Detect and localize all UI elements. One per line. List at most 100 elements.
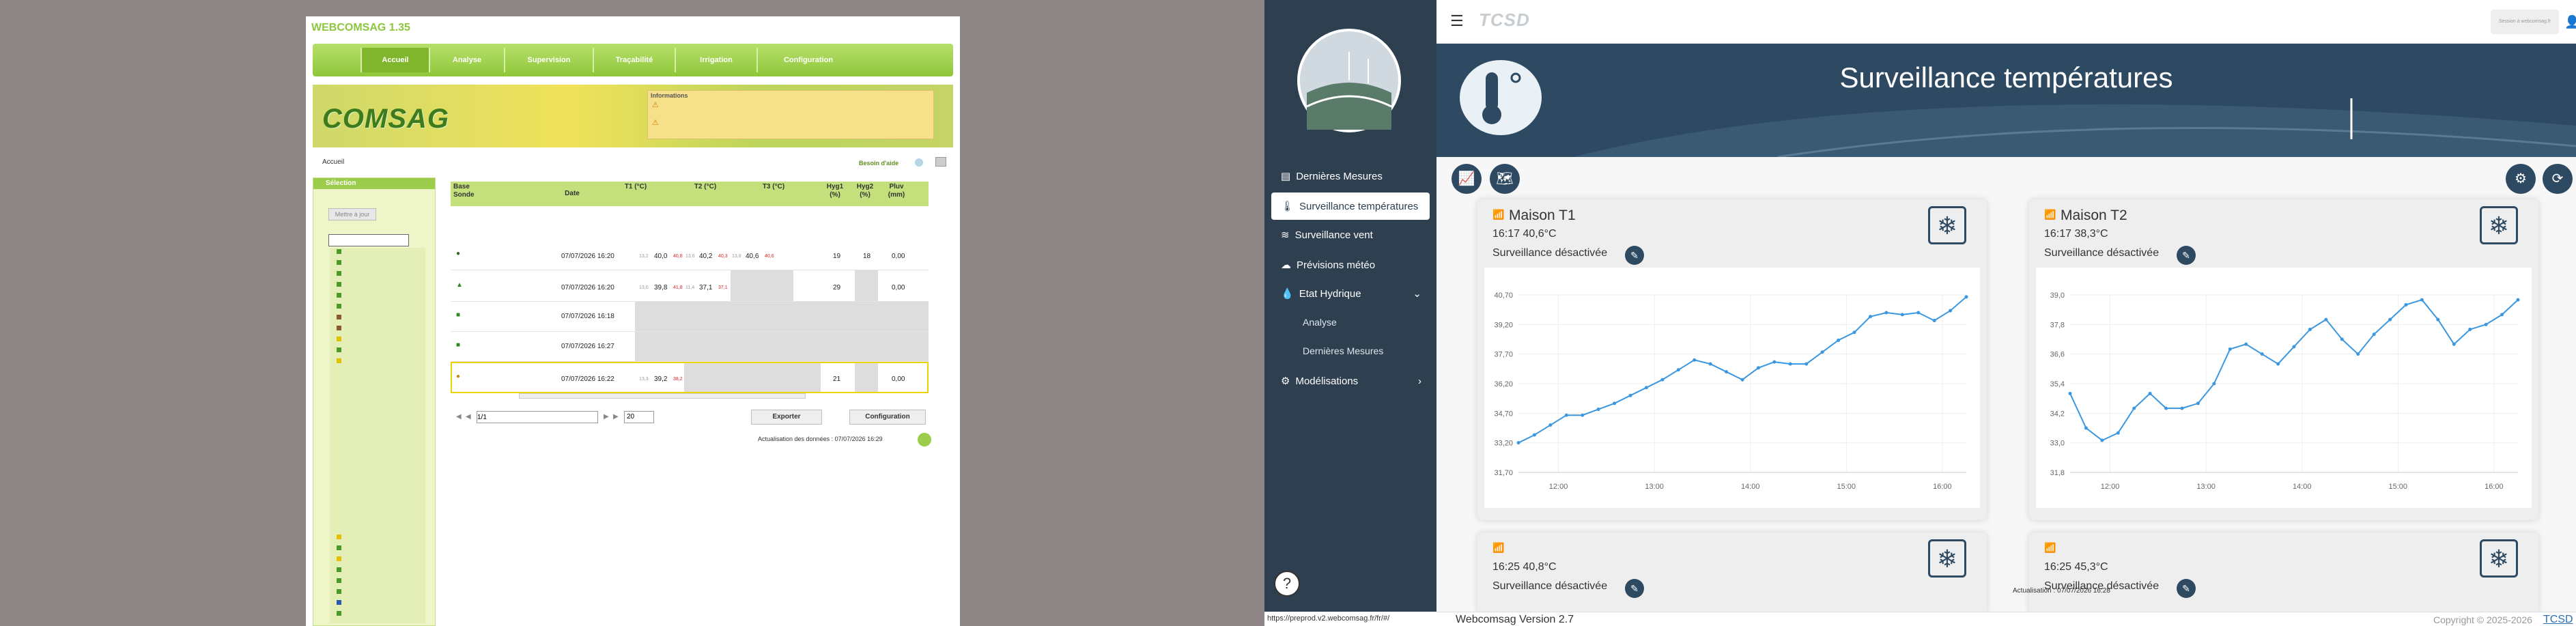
sidebar-item-label: Surveillance températures: [1299, 200, 1419, 212]
data-point: [1693, 358, 1697, 362]
temperature-chart: 40,70 39,20 37,70 36,20 34,70 33,20 31,70 12:00…: [1484, 268, 1980, 508]
data-point: [1772, 360, 1777, 364]
series-line: [1518, 296, 1967, 444]
edit-button[interactable]: ✎: [1625, 579, 1644, 598]
cell-min: 13,6: [685, 254, 695, 259]
sidebar: ▤ Dernières Mesures 🌡 Surveillance tempéra…: [1264, 0, 1436, 626]
map-view-button[interactable]: 🗺: [1490, 164, 1520, 194]
help-icon[interactable]: [915, 158, 923, 167]
edit-button[interactable]: ✎: [1625, 246, 1644, 265]
chart-view-button[interactable]: 📈: [1452, 164, 1482, 194]
table-row[interactable]: ● 07/07/2026 16:20 13,2 40,0 40,8 13,6 4…: [451, 239, 929, 270]
station-icon: ■: [456, 341, 461, 349]
update-button[interactable]: Mettre à jour: [328, 208, 376, 220]
sidebar-item-last-measures[interactable]: ▤ Dernières Mesures: [1271, 162, 1430, 190]
sidebar-item-modelling[interactable]: ⚙ Modélisations ›: [1271, 367, 1430, 395]
col-header: T2 (°C): [694, 183, 717, 190]
tab-configuration[interactable]: Configuration: [756, 48, 859, 72]
station-icon: ▲: [456, 281, 463, 289]
table-row-selected[interactable]: ● 07/07/2026 16:22 13,3 39,2 38,2 21 0,0…: [451, 362, 929, 393]
y-tick-label: 34,2: [2050, 410, 2065, 418]
table-row[interactable]: ▲ 07/07/2026 16:20 13,0 39,8 41,8 11,4 3…: [451, 270, 929, 302]
top-bar: ☰ TCSD Session à webcomsag.fr 👤: [1436, 0, 2576, 44]
tab-accueil[interactable]: Accueil: [360, 48, 429, 72]
cell-date: 07/07/2026 16:22: [561, 375, 614, 383]
menu-icon[interactable]: ☰: [1450, 12, 1464, 30]
brand-logo: TCSD: [1479, 10, 1530, 30]
data-point: [2500, 313, 2504, 317]
data-point: [2516, 298, 2520, 302]
sensor-last-value: 16:25 40,8°C: [1492, 561, 1557, 573]
station-tree[interactable]: [330, 248, 425, 623]
sidebar-subitem-analysis[interactable]: Analyse: [1303, 317, 1337, 328]
hero-banner: Surveillance températures: [1436, 44, 2576, 157]
frost-icon: ❄: [1928, 206, 1966, 244]
user-icon[interactable]: 👤: [2564, 15, 2576, 29]
sidebar-subitem-last-measures[interactable]: Dernières Mesures: [1303, 345, 1383, 356]
sidebar-item-label: Prévisions météo: [1297, 259, 1376, 271]
export-button[interactable]: Exporter: [751, 410, 822, 425]
cell-max: 40,6: [765, 254, 774, 259]
selection-search-input[interactable]: [328, 234, 409, 246]
x-tick-label: 13:00: [1645, 483, 1664, 491]
sidebar-item-temperature-monitoring[interactable]: 🌡 Surveillance températures: [1271, 193, 1430, 220]
app-logo: [1297, 29, 1401, 132]
data-point: [1516, 441, 1520, 445]
refresh-icon[interactable]: [918, 433, 931, 446]
help-icon[interactable]: ?: [1274, 571, 1300, 597]
data-point: [2212, 382, 2216, 386]
data-point: [2340, 337, 2344, 341]
tab-tracabilite[interactable]: Traçabilité: [593, 48, 675, 72]
pager-first-icon[interactable]: ◀: [456, 413, 462, 421]
help-link[interactable]: Besoin d'aide: [859, 160, 898, 167]
session-box[interactable]: Session à webcomsag.fr: [2491, 10, 2559, 34]
empty-cell: [855, 270, 878, 301]
warning-icon: ⚠: [652, 119, 659, 127]
pagination: ◀ ◀ ▶ ▶ 20: [456, 411, 654, 425]
sidebar-item-wind-monitoring[interactable]: ≋ Surveillance vent: [1271, 221, 1430, 248]
sidebar-item-weather-forecast[interactable]: ☁ Prévisions météo: [1271, 251, 1430, 279]
page-title: Surveillance températures: [1839, 61, 2173, 94]
data-point: [2436, 317, 2440, 322]
data-point: [2276, 362, 2280, 366]
print-icon[interactable]: [935, 157, 946, 167]
x-tick-label: 15:00: [1837, 483, 1856, 491]
refresh-button[interactable]: ⟳: [2543, 164, 2573, 194]
cell-t1: 40,0: [654, 253, 668, 260]
tcsd-link[interactable]: TCSD: [2543, 614, 2573, 626]
sidebar-item-water-state[interactable]: 💧 Etat Hydrique ⌄: [1271, 280, 1430, 307]
data-point: [1837, 338, 1841, 342]
settings-button[interactable]: ⚙: [2506, 164, 2536, 194]
cell-pluv: 0,00: [892, 375, 905, 383]
thermometer-icon: 🌡: [1281, 201, 1294, 212]
cell-date: 07/07/2026 16:20: [561, 284, 614, 291]
data-point: [2228, 347, 2232, 351]
sensor-last-value: 16:17 40,6°C: [1492, 228, 1557, 240]
cell-t3: 40,6: [746, 253, 759, 260]
page-size-select[interactable]: 20: [624, 411, 654, 423]
cell-pluv: 0,00: [892, 253, 905, 260]
page-input[interactable]: [477, 411, 598, 423]
info-panel: Informations ⚠ ⚠: [647, 90, 934, 139]
y-tick-label: 37,8: [2050, 321, 2065, 329]
data-point: [2132, 406, 2136, 410]
tab-supervision[interactable]: Supervision: [504, 48, 593, 72]
data-point: [2068, 391, 2072, 395]
pager-prev-icon[interactable]: ◀: [466, 413, 471, 421]
tab-analyse[interactable]: Analyse: [429, 48, 504, 72]
configuration-button[interactable]: Configuration: [849, 410, 926, 425]
edit-button[interactable]: ✎: [2177, 579, 2196, 598]
sidebar-item-label: Modélisations: [1295, 375, 1359, 387]
wifi-icon: 📶: [1492, 542, 1505, 553]
tab-irrigation[interactable]: Irrigation: [675, 48, 756, 72]
table-row[interactable]: ■ 07/07/2026 16:18: [451, 302, 929, 332]
wifi-icon: 📶: [2044, 542, 2056, 553]
data-point: [1708, 362, 1712, 366]
breadcrumb: Accueil: [322, 158, 345, 166]
edit-button[interactable]: ✎: [2177, 246, 2196, 265]
table-row[interactable]: ■ 07/07/2026 16:27: [451, 332, 929, 362]
pager-last-icon[interactable]: ▶: [613, 413, 619, 421]
table-scrollbar[interactable]: [519, 393, 806, 399]
pager-next-icon[interactable]: ▶: [604, 413, 609, 421]
data-point: [1868, 315, 1872, 319]
